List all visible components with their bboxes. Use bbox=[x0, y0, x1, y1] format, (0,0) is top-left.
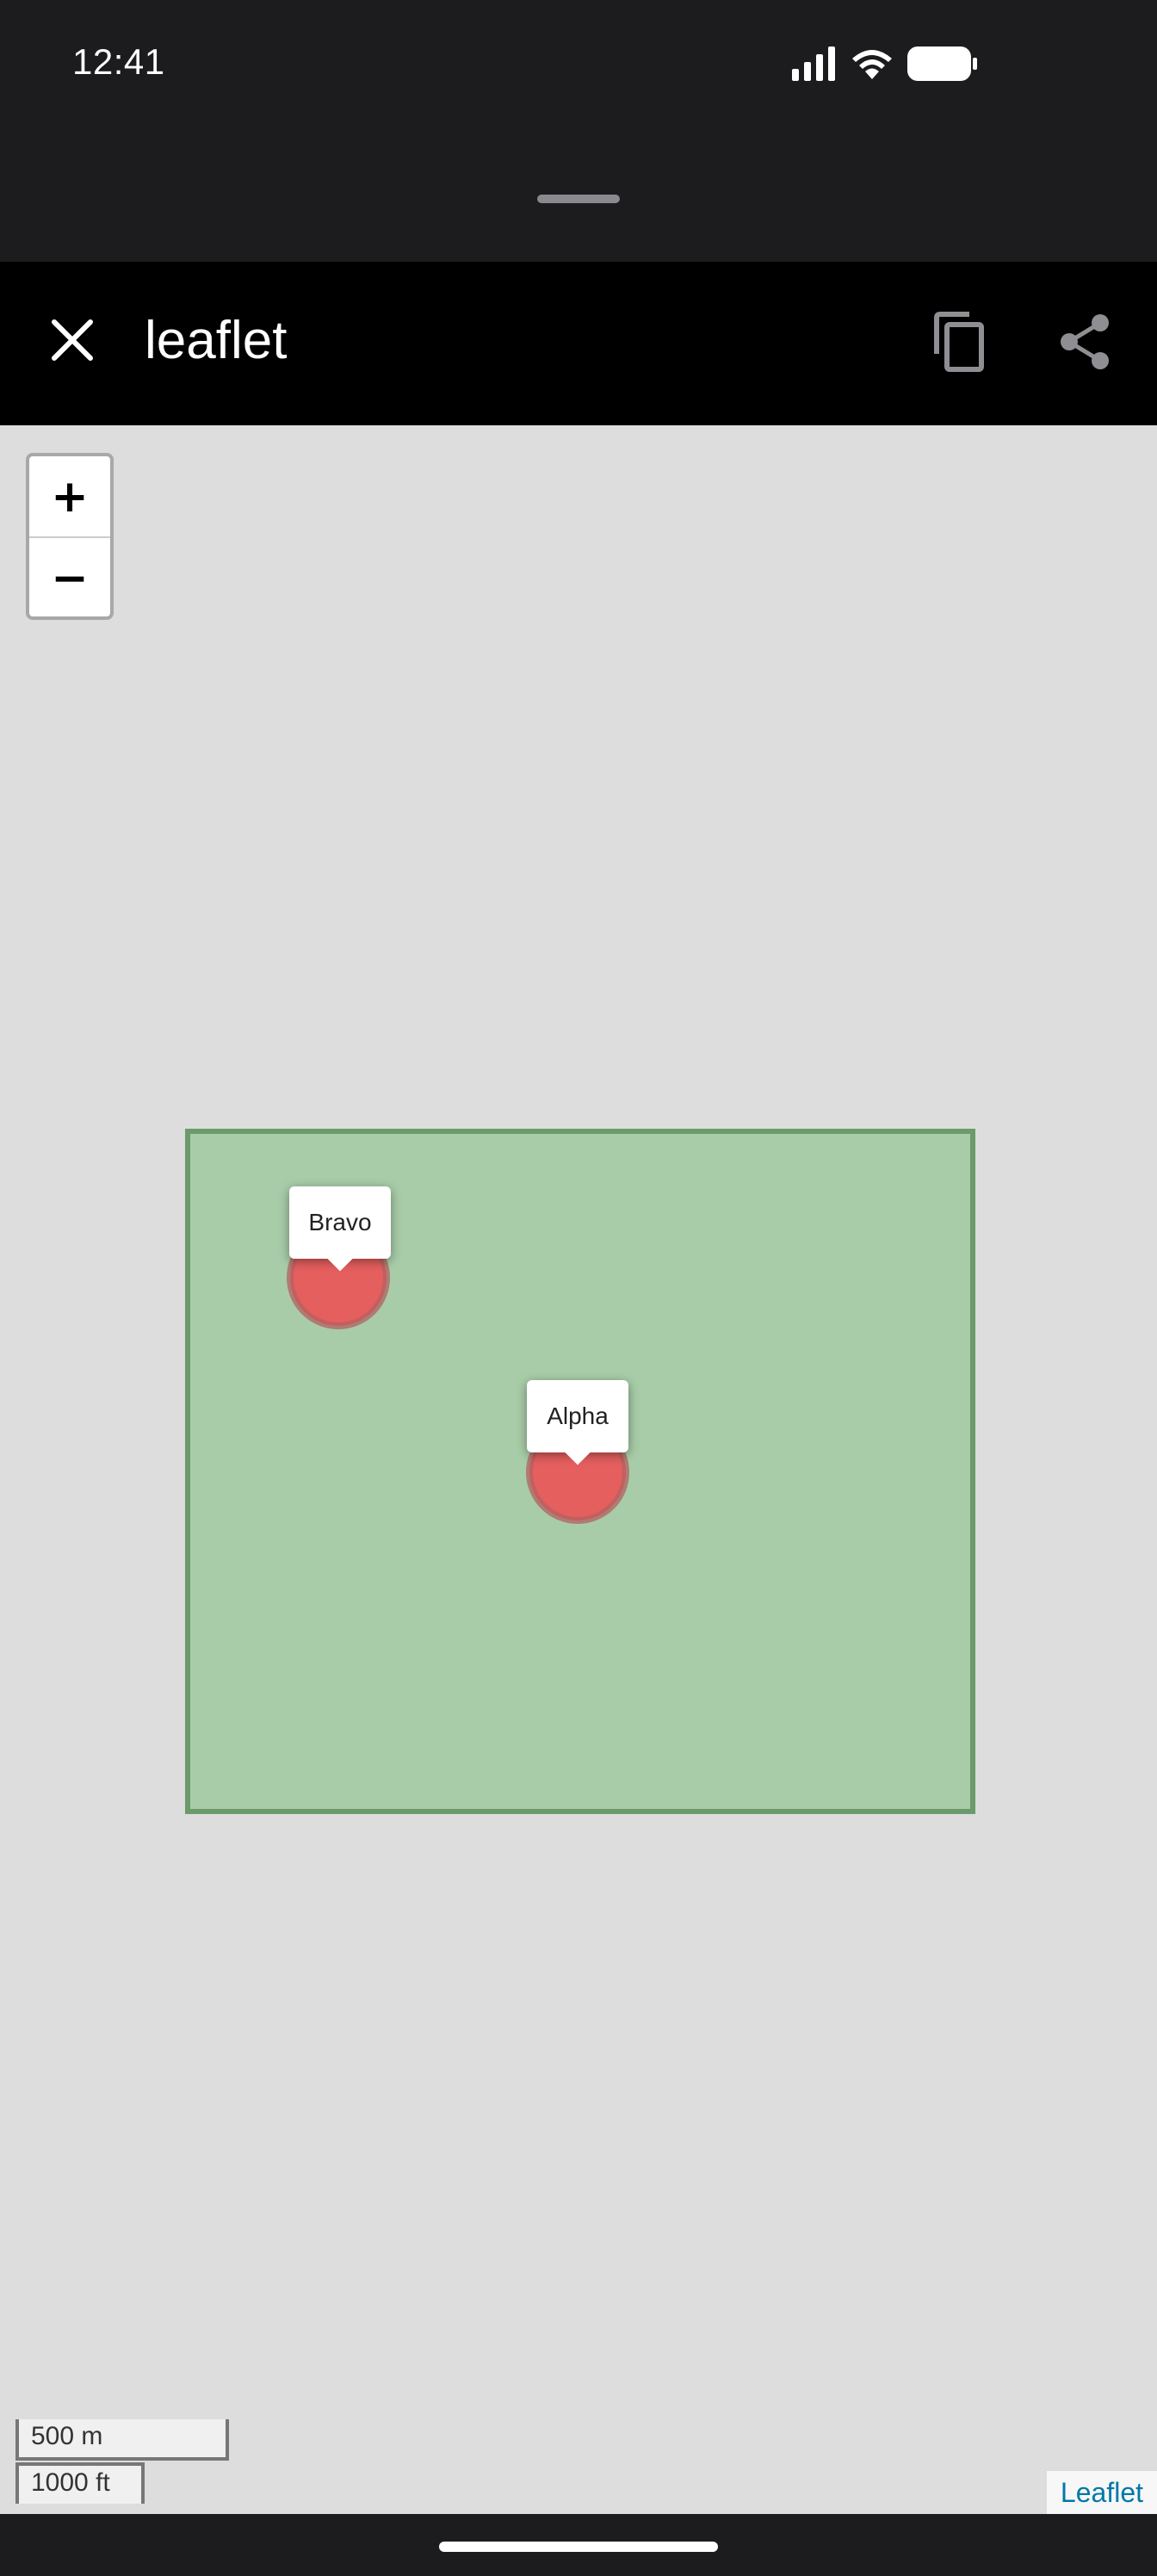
close-button[interactable] bbox=[38, 306, 107, 375]
map-overlay bbox=[185, 1129, 975, 1814]
scale-bar-metric: 500 m bbox=[15, 2419, 229, 2461]
scale-bar-imperial: 1000 ft bbox=[15, 2462, 145, 2504]
phone-screen: 12:41 leaflet + − Bravo Alpha 500 m 1000… bbox=[0, 0, 1157, 2576]
battery-icon bbox=[907, 46, 977, 81]
popup-text: Alpha bbox=[547, 1403, 609, 1429]
status-bar: 12:41 bbox=[0, 0, 1157, 138]
copy-button[interactable] bbox=[923, 306, 995, 378]
sheet-handle-area[interactable] bbox=[0, 138, 1157, 262]
status-time: 12:41 bbox=[72, 41, 165, 82]
wifi-icon bbox=[852, 50, 892, 79]
zoom-control: + − bbox=[26, 453, 114, 620]
attribution-link[interactable]: Leaflet bbox=[1046, 2471, 1157, 2514]
drag-handle[interactable] bbox=[537, 195, 620, 203]
navigation-bar bbox=[0, 2514, 1157, 2576]
share-button[interactable] bbox=[1049, 306, 1121, 378]
copy-icon bbox=[934, 312, 984, 372]
popup-text: Bravo bbox=[308, 1209, 372, 1235]
map-canvas[interactable]: + − Bravo Alpha 500 m 1000 ft Leaflet bbox=[0, 425, 1157, 2514]
zoom-out-button[interactable]: − bbox=[29, 538, 110, 616]
zoom-in-button[interactable]: + bbox=[29, 456, 110, 536]
signal-icon bbox=[792, 46, 835, 81]
marker-label-bravo[interactable]: Bravo bbox=[289, 1186, 391, 1272]
share-icon bbox=[1061, 314, 1109, 369]
home-indicator[interactable] bbox=[439, 2542, 718, 2552]
app-title: leaflet bbox=[145, 311, 288, 370]
marker-label-alpha[interactable]: Alpha bbox=[527, 1380, 628, 1465]
close-icon bbox=[52, 319, 93, 361]
